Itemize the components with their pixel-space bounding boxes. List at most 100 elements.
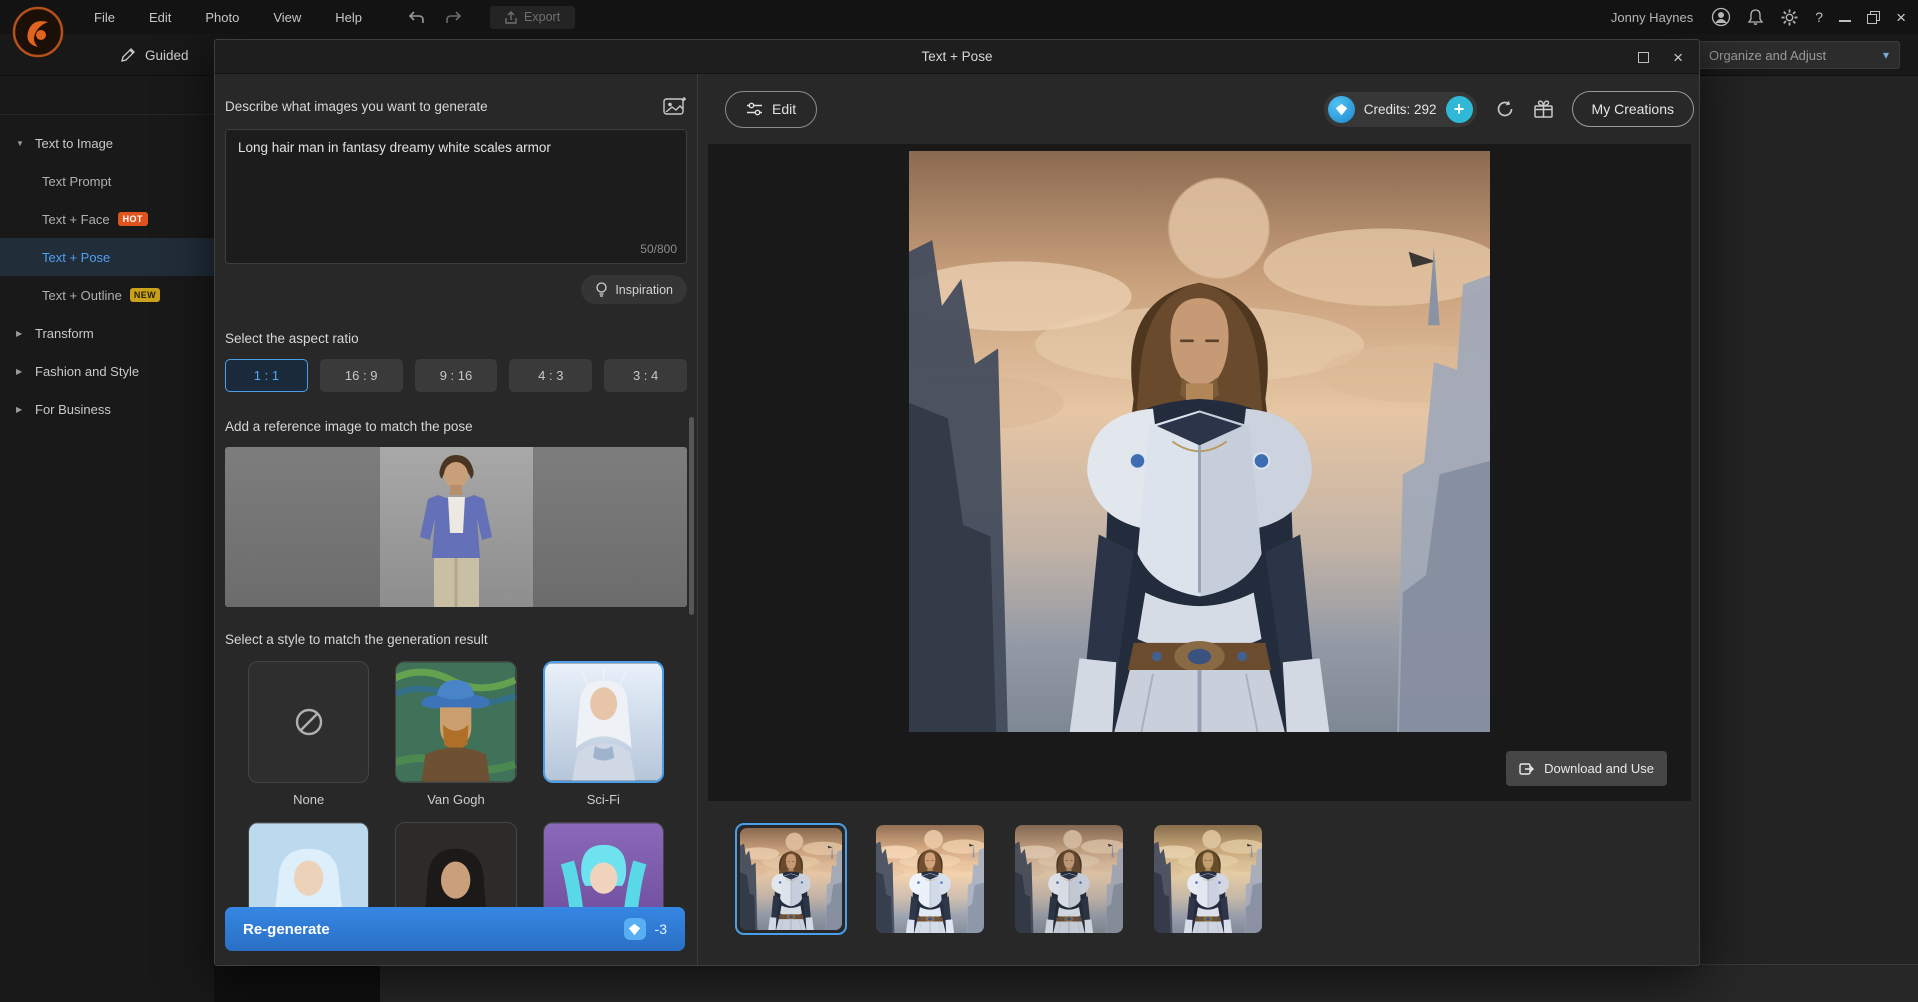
- variation-thumb-3[interactable]: [1013, 823, 1125, 935]
- style-card-realistic[interactable]: [395, 822, 516, 918]
- none-slash-icon: [291, 704, 327, 740]
- help-icon[interactable]: ?: [1815, 9, 1823, 25]
- preview-area: Download and Use: [708, 144, 1691, 801]
- credits-label: Credits: 292: [1364, 102, 1437, 117]
- sidebar-section-label: Transform: [35, 326, 94, 341]
- style-card-cyber[interactable]: [543, 822, 664, 918]
- sidebar-item-text-pose[interactable]: Text + Pose: [0, 238, 214, 276]
- panel-scrollbar[interactable]: [689, 417, 694, 615]
- guided-mode[interactable]: Guided: [120, 34, 189, 76]
- char-counter: 50/800: [640, 242, 677, 256]
- organize-adjust-label: Organize and Adjust: [1709, 48, 1826, 63]
- my-creations-label: My Creations: [1592, 101, 1674, 117]
- new-badge: NEW: [130, 288, 160, 302]
- style-card-van-gogh[interactable]: [395, 661, 516, 783]
- sidebar-section-for-business[interactable]: ▶ For Business: [0, 390, 214, 428]
- my-creations-button[interactable]: My Creations: [1572, 91, 1694, 127]
- restore-window-icon[interactable]: [1867, 11, 1880, 24]
- pose-reference-image[interactable]: [225, 447, 687, 607]
- regenerate-label: Re-generate: [243, 921, 330, 938]
- style-name-van-gogh: Van Gogh: [395, 792, 516, 807]
- menubar-right: Jonny Haynes ? ×: [1611, 0, 1906, 34]
- gift-icon[interactable]: [1533, 99, 1554, 119]
- image-reference-icon[interactable]: [663, 96, 687, 117]
- sidebar-section-label: Fashion and Style: [35, 364, 139, 379]
- sidebar-item-text-outline[interactable]: Text + Outline NEW: [0, 276, 214, 314]
- dialog-titlebar[interactable]: Text + Pose ×: [215, 40, 1699, 74]
- dialog-close-icon[interactable]: ×: [1673, 49, 1683, 66]
- result-toolbar: Edit Credits: 292 +: [725, 90, 1694, 128]
- history-controls: [408, 10, 462, 25]
- credits-pill[interactable]: Credits: 292 +: [1324, 92, 1477, 127]
- generation-settings-panel: Describe what images you want to generat…: [215, 74, 698, 965]
- inspiration-label: Inspiration: [615, 283, 673, 297]
- sidebar-item-label: Text Prompt: [42, 174, 111, 189]
- dialog-maximize-icon[interactable]: [1638, 52, 1649, 63]
- variation-thumb-1[interactable]: [735, 823, 847, 935]
- refresh-icon[interactable]: [1495, 99, 1515, 119]
- export-button[interactable]: Export: [490, 6, 575, 29]
- style-card-sci-fi[interactable]: [543, 661, 664, 783]
- app-logo-icon[interactable]: [12, 6, 64, 58]
- hot-badge: HOT: [118, 212, 148, 226]
- sidebar-item-label: Text + Outline: [42, 288, 122, 303]
- guided-pencil-icon: [120, 47, 136, 63]
- pose-reference-label: Add a reference image to match the pose: [225, 419, 687, 434]
- lightbulb-icon: [595, 282, 608, 297]
- pose-reference-photo: [380, 447, 533, 607]
- sidebar-section-text-to-image[interactable]: ▼ Text to Image: [0, 124, 214, 162]
- download-and-use-button[interactable]: Download and Use: [1506, 751, 1667, 786]
- anime-style-image: [249, 823, 368, 918]
- inspiration-button[interactable]: Inspiration: [581, 275, 687, 304]
- account-icon[interactable]: [1711, 7, 1731, 27]
- sidebar: ▼ Text to Image Text Prompt Text + Face …: [0, 76, 214, 1002]
- menu-photo[interactable]: Photo: [205, 10, 239, 25]
- aspect-16-9-button[interactable]: 16 : 9: [320, 359, 403, 392]
- sidebar-item-text-face[interactable]: Text + Face HOT: [0, 200, 214, 238]
- cyber-style-image: [544, 823, 663, 918]
- toolbar-right-cluster: Credits: 292 + My Creations: [1324, 91, 1694, 127]
- sidebar-item-text-prompt[interactable]: Text Prompt: [0, 162, 214, 200]
- menu-edit[interactable]: Edit: [149, 10, 171, 25]
- guided-label: Guided: [145, 48, 189, 63]
- notifications-bell-icon[interactable]: [1747, 8, 1764, 26]
- add-credits-icon[interactable]: +: [1446, 96, 1473, 123]
- dialog-body: Describe what images you want to generat…: [215, 74, 1699, 965]
- close-window-icon[interactable]: ×: [1896, 9, 1906, 26]
- download-icon: [1519, 761, 1535, 776]
- credit-gem-icon: [624, 918, 646, 940]
- result-panel: Edit Credits: 292 +: [698, 74, 1699, 965]
- variation-thumb-4[interactable]: [1152, 823, 1264, 935]
- minimize-window-icon[interactable]: [1839, 20, 1851, 22]
- caret-down-icon: ▼: [16, 139, 26, 148]
- style-card-none[interactable]: [248, 661, 369, 783]
- edit-button[interactable]: Edit: [725, 91, 817, 128]
- menu-view[interactable]: View: [273, 10, 301, 25]
- caret-right-icon: ▶: [16, 367, 26, 376]
- organize-adjust-dropdown[interactable]: Organize and Adjust ▾: [1698, 41, 1900, 69]
- menu-file[interactable]: File: [94, 10, 115, 25]
- style-name-sci-fi: Sci-Fi: [543, 792, 664, 807]
- aspect-9-16-button[interactable]: 9 : 16: [415, 359, 498, 392]
- aspect-1-1-button[interactable]: 1 : 1: [225, 359, 308, 392]
- variation-thumb-2[interactable]: [874, 823, 986, 935]
- settings-gear-icon[interactable]: [1780, 8, 1799, 27]
- caret-right-icon: ▶: [16, 405, 26, 414]
- aspect-3-4-button[interactable]: 3 : 4: [604, 359, 687, 392]
- sidebar-section-fashion-style[interactable]: ▶ Fashion and Style: [0, 352, 214, 390]
- prompt-input[interactable]: Long hair man in fantasy dreamy white sc…: [225, 129, 687, 264]
- menu-help[interactable]: Help: [335, 10, 362, 25]
- sidebar-section-transform[interactable]: ▶ Transform: [0, 314, 214, 352]
- menu-list: File Edit Photo View Help: [94, 10, 362, 25]
- download-and-use-label: Download and Use: [1544, 761, 1654, 776]
- redo-icon[interactable]: [445, 10, 462, 25]
- undo-icon[interactable]: [408, 10, 425, 25]
- generated-image[interactable]: [909, 151, 1490, 732]
- regenerate-button[interactable]: Re-generate -3: [225, 907, 685, 951]
- sci-fi-style-image: [545, 663, 662, 781]
- aspect-4-3-button[interactable]: 4 : 3: [509, 359, 592, 392]
- style-card-anime[interactable]: [248, 822, 369, 918]
- sidebar-section-label: For Business: [35, 402, 111, 417]
- van-gogh-style-image: [396, 662, 515, 782]
- edit-label: Edit: [772, 101, 796, 117]
